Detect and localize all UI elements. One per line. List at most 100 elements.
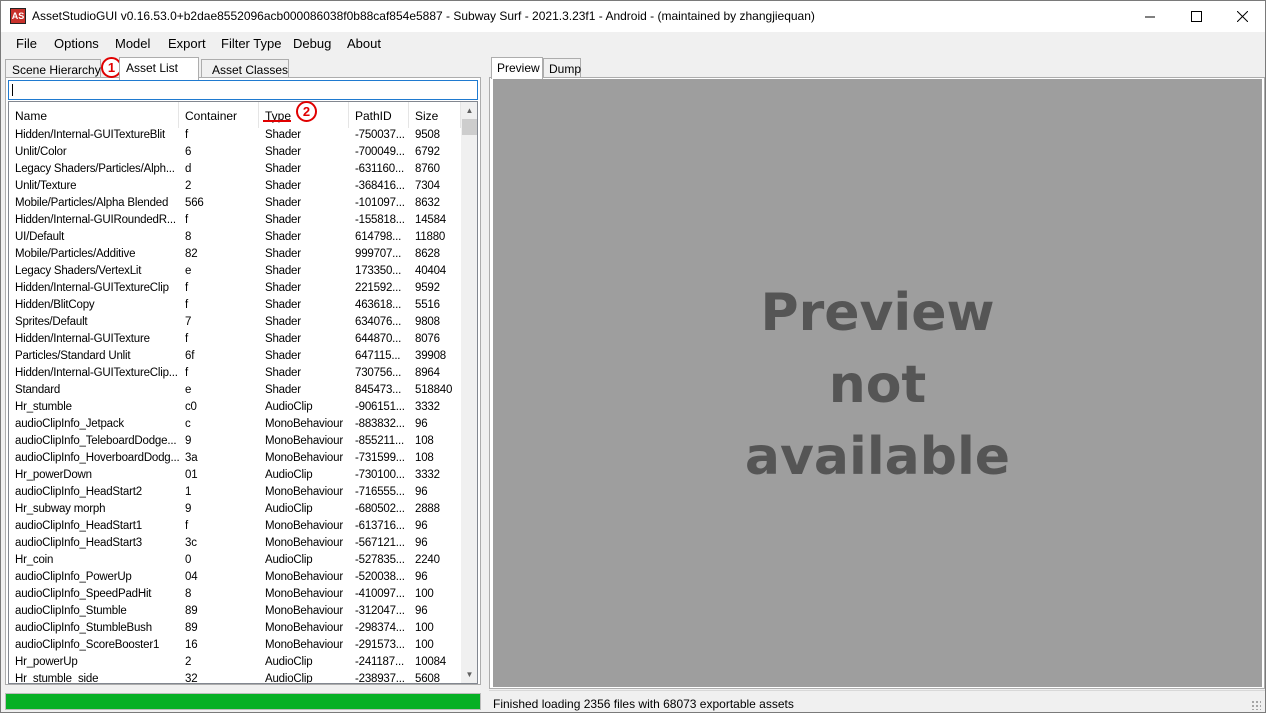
cell-pathid: -291573... — [355, 639, 405, 651]
table-row[interactable]: audioClipInfo_ScoreBooster1 16 MonoBehavio… — [9, 638, 461, 655]
table-row[interactable]: Mobile/Particles/Alpha Blended 566 Shader -… — [9, 196, 461, 213]
status-bar: Finished loading 2356 files with 68073 e… — [489, 690, 1265, 712]
table-row[interactable]: Hidden/Internal-GUITexture f Shader 644870.… — [9, 332, 461, 349]
table-row[interactable]: audioClipInfo_Jetpack c MonoBehaviour -8838… — [9, 417, 461, 434]
cell-name: Unlit/Texture — [15, 180, 77, 192]
cell-type: Shader — [265, 248, 301, 260]
resize-grip-icon[interactable] — [1251, 700, 1261, 710]
menu-debug[interactable]: Debug — [293, 36, 331, 51]
table-row[interactable]: Hidden/Internal-GUITextureClip... f Shader… — [9, 366, 461, 383]
cell-pathid: -520038... — [355, 571, 405, 583]
table-row[interactable]: Legacy Shaders/Particles/Alph... d Shader -… — [9, 162, 461, 179]
table-row[interactable]: Hr_coin 0 AudioClip -527835... 2240 — [9, 553, 461, 570]
cell-pathid: -716555... — [355, 486, 405, 498]
filter-input[interactable] — [8, 80, 478, 100]
table-row[interactable]: UI/Default 8 Shader 614798... 11880 — [9, 230, 461, 247]
table-row[interactable]: audioClipInfo_HeadStart2 1 MonoBehaviour -7… — [9, 485, 461, 502]
cell-name: audioClipInfo_Stumble — [15, 605, 127, 617]
menu-model[interactable]: Model — [115, 36, 150, 51]
tab-preview[interactable]: Preview — [491, 57, 543, 79]
cell-pathid: 614798... — [355, 231, 402, 243]
scroll-up-arrow-icon[interactable]: ▲ — [461, 102, 477, 119]
cell-name: Mobile/Particles/Alpha Blended — [15, 197, 169, 209]
cell-pathid: -527835... — [355, 554, 405, 566]
cell-type: MonoBehaviour — [265, 622, 343, 634]
left-tab-strip: Scene Hierarchy Asset List Asset Classes — [5, 57, 481, 80]
scroll-thumb[interactable] — [462, 119, 477, 135]
table-row[interactable]: Hr_powerDown 01 AudioClip -730100... 3332 — [9, 468, 461, 485]
column-header-container[interactable]: Container — [179, 102, 259, 128]
cell-container: 3c — [185, 537, 197, 549]
table-row[interactable]: Hr_stumble c0 AudioClip -906151... 3332 — [9, 400, 461, 417]
table-row[interactable]: Hidden/BlitCopy f Shader 463618... 5516 — [9, 298, 461, 315]
column-header-size[interactable]: Size — [409, 102, 461, 128]
cell-size: 8076 — [415, 333, 440, 345]
cell-type: Shader — [265, 367, 301, 379]
scroll-down-arrow-icon[interactable]: ▼ — [461, 666, 477, 683]
cell-name: audioClipInfo_HoverboardDodg... — [15, 452, 179, 464]
cell-type: Shader — [265, 282, 301, 294]
cell-container: 0 — [185, 554, 192, 566]
table-row[interactable]: audioClipInfo_Stumble 89 MonoBehaviour -312… — [9, 604, 461, 621]
tab-scene-hierarchy[interactable]: Scene Hierarchy — [5, 59, 101, 79]
menu-options[interactable]: Options — [54, 36, 99, 51]
menu-filter-type[interactable]: Filter Type — [221, 36, 281, 51]
text-caret — [12, 84, 13, 96]
cell-type: Shader — [265, 214, 301, 226]
cell-size: 39908 — [415, 350, 446, 362]
menu-file[interactable]: File — [16, 36, 37, 51]
cell-pathid: -631160... — [355, 163, 404, 175]
table-row[interactable]: Hidden/Internal-GUITextureBlit f Shader -75… — [9, 128, 461, 145]
table-row[interactable]: Legacy Shaders/VertexLit e Shader 173350...… — [9, 264, 461, 281]
table-row[interactable]: Hr_powerUp 2 AudioClip -241187... 10084 — [9, 655, 461, 672]
column-header-pathid[interactable]: PathID — [349, 102, 409, 128]
table-row[interactable]: Hr_subway morph 9 AudioClip -680502... 2888 — [9, 502, 461, 519]
table-row[interactable]: audioClipInfo_HoverboardDodg... 3a MonoBeh… — [9, 451, 461, 468]
cell-type: Shader — [265, 129, 301, 141]
table-row[interactable]: Hidden/Internal-GUIRoundedR... f Shader -15… — [9, 213, 461, 230]
table-row[interactable]: audioClipInfo_TeleboardDodge... 9 MonoBeha… — [9, 434, 461, 451]
cell-name: Hr_stumble_side — [15, 673, 99, 684]
cell-type: MonoBehaviour — [265, 639, 343, 651]
cell-type: MonoBehaviour — [265, 537, 343, 549]
menu-about[interactable]: About — [347, 36, 381, 51]
cell-container: c0 — [185, 401, 197, 413]
cell-type: AudioClip — [265, 469, 313, 481]
table-row[interactable]: Unlit/Texture 2 Shader -368416... 7304 — [9, 179, 461, 196]
table-row[interactable]: Hr_stumble_side 32 AudioClip -238937... 5608 — [9, 672, 461, 684]
table-row[interactable]: Sprites/Default 7 Shader 634076... 9808 — [9, 315, 461, 332]
cell-pathid: 999707... — [355, 248, 402, 260]
table-row[interactable]: audioClipInfo_StumbleBush 89 MonoBehaviour… — [9, 621, 461, 638]
cell-name: Hr_powerUp — [15, 656, 78, 668]
menu-export[interactable]: Export — [168, 36, 206, 51]
cell-container: 89 — [185, 605, 198, 617]
cell-type: Shader — [265, 316, 301, 328]
table-row[interactable]: Mobile/Particles/Additive 82 Shader 999707.… — [9, 247, 461, 264]
table-row[interactable]: Particles/Standard Unlit 6f Shader 647115..… — [9, 349, 461, 366]
tab-asset-list[interactable]: Asset List — [119, 57, 199, 80]
minimize-button[interactable] — [1127, 1, 1173, 32]
tab-dump[interactable]: Dump — [543, 58, 581, 78]
title-bar[interactable]: AS AssetStudioGUI v0.16.53.0+b2dae855209… — [1, 1, 1265, 32]
table-row[interactable]: Hidden/Internal-GUITextureClip f Shader 221… — [9, 281, 461, 298]
cell-container: 01 — [185, 469, 198, 481]
vertical-scrollbar[interactable]: ▲ ▼ — [461, 102, 477, 683]
cell-pathid: 644870... — [355, 333, 402, 345]
table-row[interactable]: Unlit/Color 6 Shader -700049... 6792 — [9, 145, 461, 162]
table-row[interactable]: Standard e Shader 845473... 518840 — [9, 383, 461, 400]
column-header-name[interactable]: Name — [9, 102, 179, 128]
cell-name: Hr_coin — [15, 554, 54, 566]
cell-name: audioClipInfo_Jetpack — [15, 418, 124, 430]
table-row[interactable]: audioClipInfo_PowerUp 04 MonoBehaviour -520… — [9, 570, 461, 587]
cell-container: 2 — [185, 180, 192, 192]
maximize-button[interactable] — [1173, 1, 1219, 32]
table-row[interactable]: audioClipInfo_HeadStart3 3c MonoBehaviour -… — [9, 536, 461, 553]
table-row[interactable]: audioClipInfo_HeadStart1 f MonoBehaviour -6… — [9, 519, 461, 536]
table-row[interactable]: audioClipInfo_SpeedPadHit 8 MonoBehaviour -… — [9, 587, 461, 604]
cell-name: Legacy Shaders/Particles/Alph... — [15, 163, 175, 175]
cell-container: f — [185, 520, 188, 532]
cell-type: MonoBehaviour — [265, 571, 343, 583]
cell-size: 2240 — [415, 554, 440, 566]
close-button[interactable] — [1219, 1, 1265, 32]
tab-asset-classes[interactable]: Asset Classes — [201, 59, 289, 79]
